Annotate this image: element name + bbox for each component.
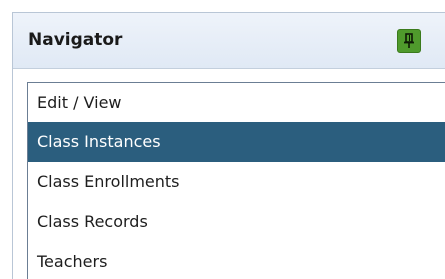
nav-item-class-records[interactable]: Class Records: [28, 202, 445, 242]
navigator-list: Edit / View Class Instances Class Enroll…: [27, 82, 445, 279]
navigator-panel: Navigator Edit / View Class Instances Cl…: [12, 12, 445, 279]
nav-item-teachers[interactable]: Teachers: [28, 242, 445, 279]
nav-item-class-instances[interactable]: Class Instances: [28, 122, 445, 162]
pin-icon: [404, 33, 414, 48]
navigator-header: Navigator: [13, 13, 445, 69]
nav-item-class-enrollments[interactable]: Class Enrollments: [28, 162, 445, 202]
navigator-title: Navigator: [28, 30, 123, 50]
page: Navigator Edit / View Class Instances Cl…: [0, 0, 445, 279]
pin-button[interactable]: [397, 29, 421, 53]
nav-item-edit-view[interactable]: Edit / View: [28, 83, 445, 122]
